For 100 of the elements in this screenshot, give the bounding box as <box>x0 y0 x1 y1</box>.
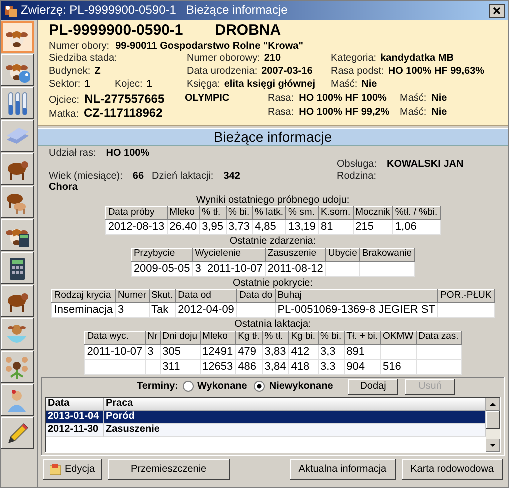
table-cell: 3,3 <box>318 344 344 360</box>
close-icon[interactable] <box>489 4 505 18</box>
table-cell <box>236 302 276 318</box>
field-label: Sektor: <box>49 78 81 90</box>
field-label: Budynek: <box>49 66 91 77</box>
column-header: Przybycie <box>131 248 193 262</box>
column-header: % sm. <box>286 206 319 220</box>
field-value: HO 100% <box>106 148 150 160</box>
field-label: Numer obory: <box>49 40 110 52</box>
field-label: Kojec: <box>115 78 143 90</box>
table-cell <box>380 344 416 360</box>
table-cell: 26.40 <box>167 220 200 235</box>
column-header: % bi. <box>226 206 252 220</box>
sidebar-button[interactable] <box>1 21 34 53</box>
table-cell: 486 <box>236 359 262 374</box>
table-cell: 904 <box>344 359 381 374</box>
table-cell: 412 <box>288 344 318 360</box>
radio-button[interactable]: Wykonane <box>182 381 248 392</box>
column-header: Skut. <box>149 290 176 303</box>
column-header: Wycielenie <box>192 248 266 262</box>
field-label: Dzień laktacji: <box>152 170 214 182</box>
column-header: K.som. <box>318 206 354 220</box>
field-label: Siedziba stada: <box>49 52 118 64</box>
table-cell: Inseminacja <box>52 302 116 318</box>
table-cell: 3.3 <box>318 359 344 374</box>
footer-button[interactable]: Przemieszczenie <box>108 458 230 480</box>
table-cell: 305 <box>160 344 200 360</box>
footer-button[interactable]: Edycja <box>43 458 102 480</box>
parent-id: NL-277557665 <box>84 93 165 108</box>
scroll-up-icon[interactable] <box>486 398 500 411</box>
column-header: Praca <box>104 398 486 411</box>
animal-type: DROBNA <box>215 22 282 40</box>
column-header: % tł. <box>262 331 289 344</box>
family-tree-icon <box>5 354 30 380</box>
app-icon <box>4 4 18 18</box>
table-title: Ostatnie pokrycie: <box>232 278 314 290</box>
field-value: Z <box>94 66 101 77</box>
field-label: Maść: <box>400 93 427 105</box>
field-value: HO 100% HF 99,63% <box>388 66 485 77</box>
field-value: KOWALSKI JAN <box>387 159 464 171</box>
table-cell: PL-0051069-1369-8 JEGIER ST <box>275 302 438 318</box>
table-cell: 3 <box>115 302 149 318</box>
table-cell <box>416 359 462 374</box>
table-cell: 479 <box>236 344 262 360</box>
parent-name: OLYMPIC <box>185 93 230 105</box>
field-value: elita księgi głównej <box>224 78 316 90</box>
status-text: Chora <box>49 182 79 194</box>
field-value: 66 <box>132 170 144 182</box>
column-header: Brakowanie <box>360 248 415 262</box>
column-header: % latk. <box>252 206 286 220</box>
table-cell: 2011-08-12 <box>265 261 326 276</box>
table-cell: 2012-08-13 <box>106 220 168 235</box>
column-header: Zasuszenie <box>265 248 326 262</box>
field-value: 1 <box>84 78 90 90</box>
column-header: Data wyc. <box>84 331 146 344</box>
field-label: Data urodzenia: <box>187 66 258 77</box>
column-header: Data zas. <box>416 331 462 344</box>
animal-id: PL-9999900-0590-1 <box>49 22 184 40</box>
column-header: Data <box>46 398 104 411</box>
column-header: %tł. / %bi. <box>392 206 440 220</box>
scroll-down-icon[interactable] <box>486 438 500 452</box>
column-header: Rodzaj krycia <box>52 290 116 303</box>
table-cell: 2011-10-07 <box>84 344 146 360</box>
column-header: Data próby <box>106 206 168 220</box>
list-cell[interactable]: 2013-01-04 <box>46 410 104 424</box>
column-header: % tł. <box>200 206 226 220</box>
table-cell <box>326 261 360 276</box>
table-cell: 12491 <box>200 344 236 360</box>
table-cell <box>84 359 146 374</box>
field-label: Rasa: <box>268 93 294 105</box>
table-cell: 2009-05-05 <box>131 261 193 276</box>
folder-icon <box>50 464 62 475</box>
list-cell[interactable]: 2012-11-30 <box>46 424 104 437</box>
table-cell <box>438 302 494 318</box>
action-button[interactable]: Dodaj <box>348 378 398 395</box>
radio-button[interactable]: Niewykonane <box>254 381 334 392</box>
field-label: Wiek (miesiące): <box>49 170 123 182</box>
table-cell <box>360 261 415 276</box>
field-value: Nie <box>362 78 378 90</box>
table-cell <box>416 344 462 360</box>
terms-label: Terminy: <box>137 381 178 393</box>
field-label: Rodzina: <box>337 170 376 182</box>
field-value: HO 100% HF 99,2% <box>299 107 390 119</box>
field-label: Udział ras: <box>49 148 96 160</box>
field-label: Rasa podst: <box>331 66 384 77</box>
table-cell: 311 <box>160 359 200 374</box>
column-header: Mleko <box>167 206 200 220</box>
field-value: 342 <box>224 170 240 182</box>
table-cell: 3,95 <box>200 220 226 235</box>
list-cell[interactable]: Poród <box>104 410 486 424</box>
column-header: Kg bi. <box>288 331 318 344</box>
field-value: kandydatka MB <box>380 52 454 64</box>
scrollbar-thumb[interactable] <box>486 410 500 429</box>
footer-button[interactable]: Karta rodowodowa <box>402 458 503 480</box>
footer-button[interactable]: Aktualna informacja <box>290 458 396 480</box>
field-label: Obsługa: <box>337 159 378 171</box>
list-cell[interactable]: Zasuszenie <box>104 424 486 437</box>
table-cell: 3 2011-10-07 <box>192 261 266 276</box>
field-value: 2007-03-16 <box>262 66 313 77</box>
table-cell: 81 <box>318 220 354 235</box>
